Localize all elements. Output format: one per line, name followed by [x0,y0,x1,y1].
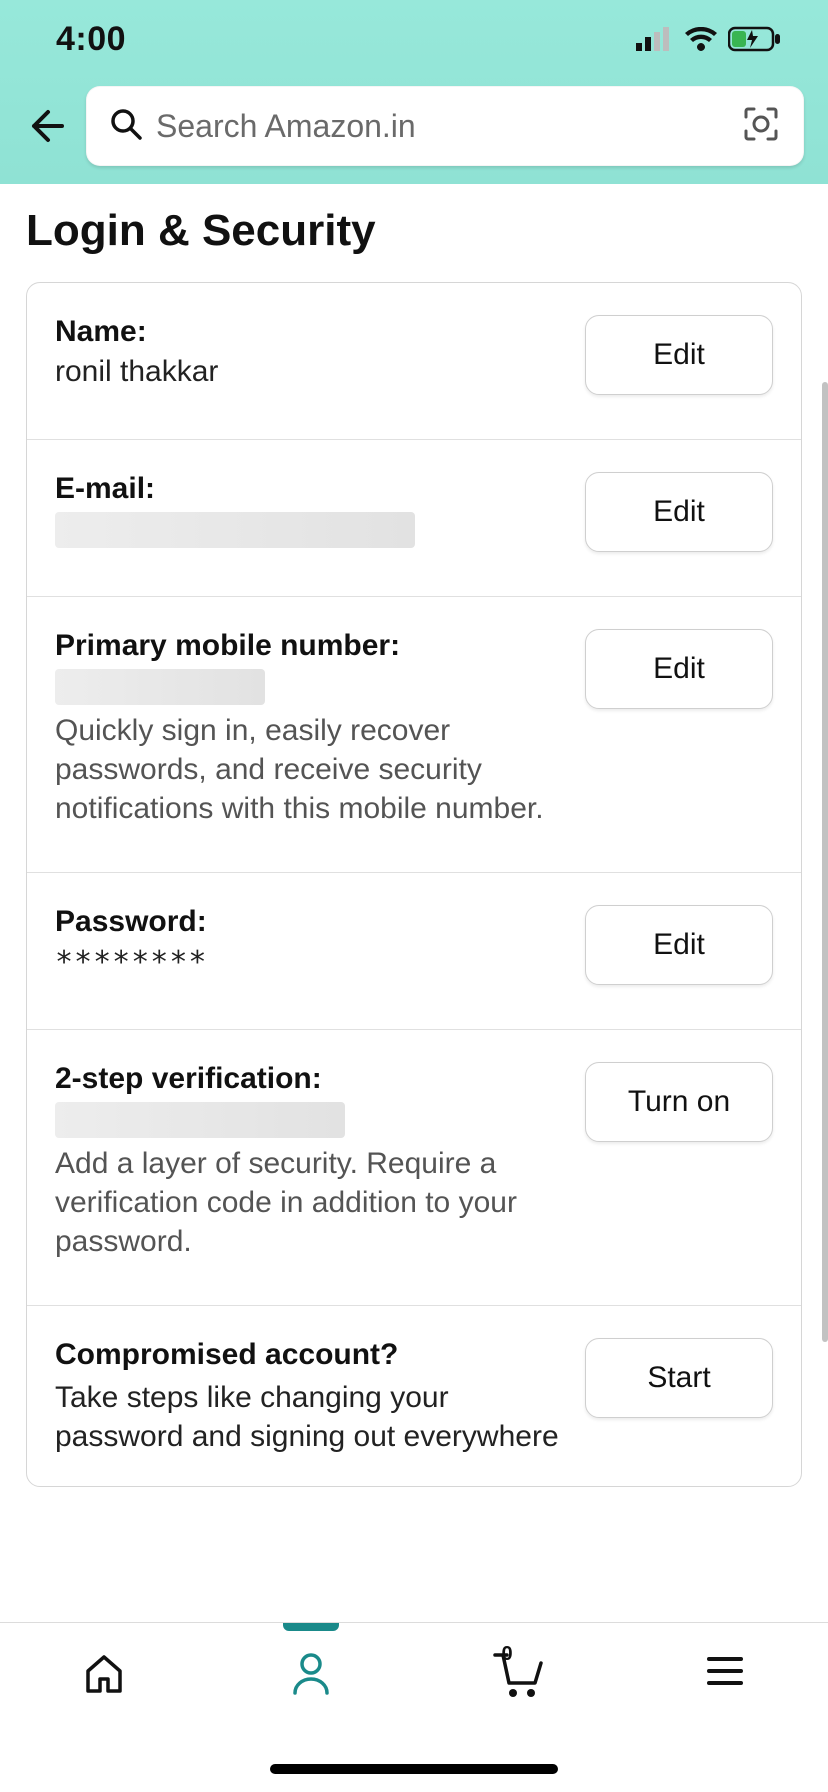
label-compromised: Compromised account? [55,1338,565,1372]
scrollbar[interactable] [822,382,828,1342]
battery-charging-icon [728,26,782,52]
label-email: E-mail: [55,472,565,506]
camera-scan-icon[interactable] [742,105,780,148]
header: 4:00 [0,0,828,184]
cart-icon [491,1649,545,1704]
page-title: Login & Security [26,206,802,256]
row-mobile: Primary mobile number: Quickly sign in, … [27,597,801,873]
value-2step-redacted [55,1102,345,1138]
value-name: ronil thakkar [55,355,565,389]
value-password: ******** [55,945,565,980]
content: Login & Security Name: ronil thakkar Edi… [0,184,828,1487]
edit-name-button[interactable]: Edit [585,315,773,395]
status-bar: 4:00 [0,20,828,76]
edit-mobile-button[interactable]: Edit [585,629,773,709]
bottom-nav: 0 [0,1622,828,1792]
start-compromised-button[interactable]: Start [585,1338,773,1418]
label-mobile: Primary mobile number: [55,629,565,663]
row-password: Password: ******** Edit [27,873,801,1030]
row-2step: 2-step verification: Add a layer of secu… [27,1030,801,1306]
nav-account[interactable] [271,1649,351,1702]
label-password: Password: [55,905,565,939]
edit-email-button[interactable]: Edit [585,472,773,552]
label-name: Name: [55,315,565,349]
nav-home[interactable] [64,1649,144,1702]
search-row [0,76,828,166]
desc-mobile: Quickly sign in, easily recover password… [55,711,565,828]
wifi-icon [684,27,718,51]
nav-cart[interactable]: 0 [478,1649,558,1704]
back-button[interactable] [24,104,68,148]
desc-compromised: Take steps like changing your password a… [55,1378,565,1456]
value-email-redacted [55,512,415,548]
row-compromised: Compromised account? Take steps like cha… [27,1306,801,1486]
nav-menu[interactable] [685,1649,765,1698]
settings-card: Name: ronil thakkar Edit E-mail: Edit Pr… [26,282,802,1487]
home-icon [80,1649,128,1702]
status-time: 4:00 [56,20,126,59]
cart-count-badge: 0 [502,1643,513,1666]
cellular-icon [636,27,674,51]
status-icons [636,26,782,52]
row-email: E-mail: Edit [27,440,801,597]
search-icon [110,108,142,145]
account-icon [287,1649,335,1702]
value-mobile-redacted [55,669,265,705]
edit-password-button[interactable]: Edit [585,905,773,985]
menu-icon [703,1649,747,1698]
row-name: Name: ronil thakkar Edit [27,283,801,440]
home-indicator[interactable] [270,1764,558,1774]
desc-2step: Add a layer of security. Require a verif… [55,1144,565,1261]
label-2step: 2-step verification: [55,1062,565,1096]
nav-active-indicator [283,1623,339,1631]
turn-on-2step-button[interactable]: Turn on [585,1062,773,1142]
search-input[interactable] [156,108,728,145]
search-box[interactable] [86,86,804,166]
